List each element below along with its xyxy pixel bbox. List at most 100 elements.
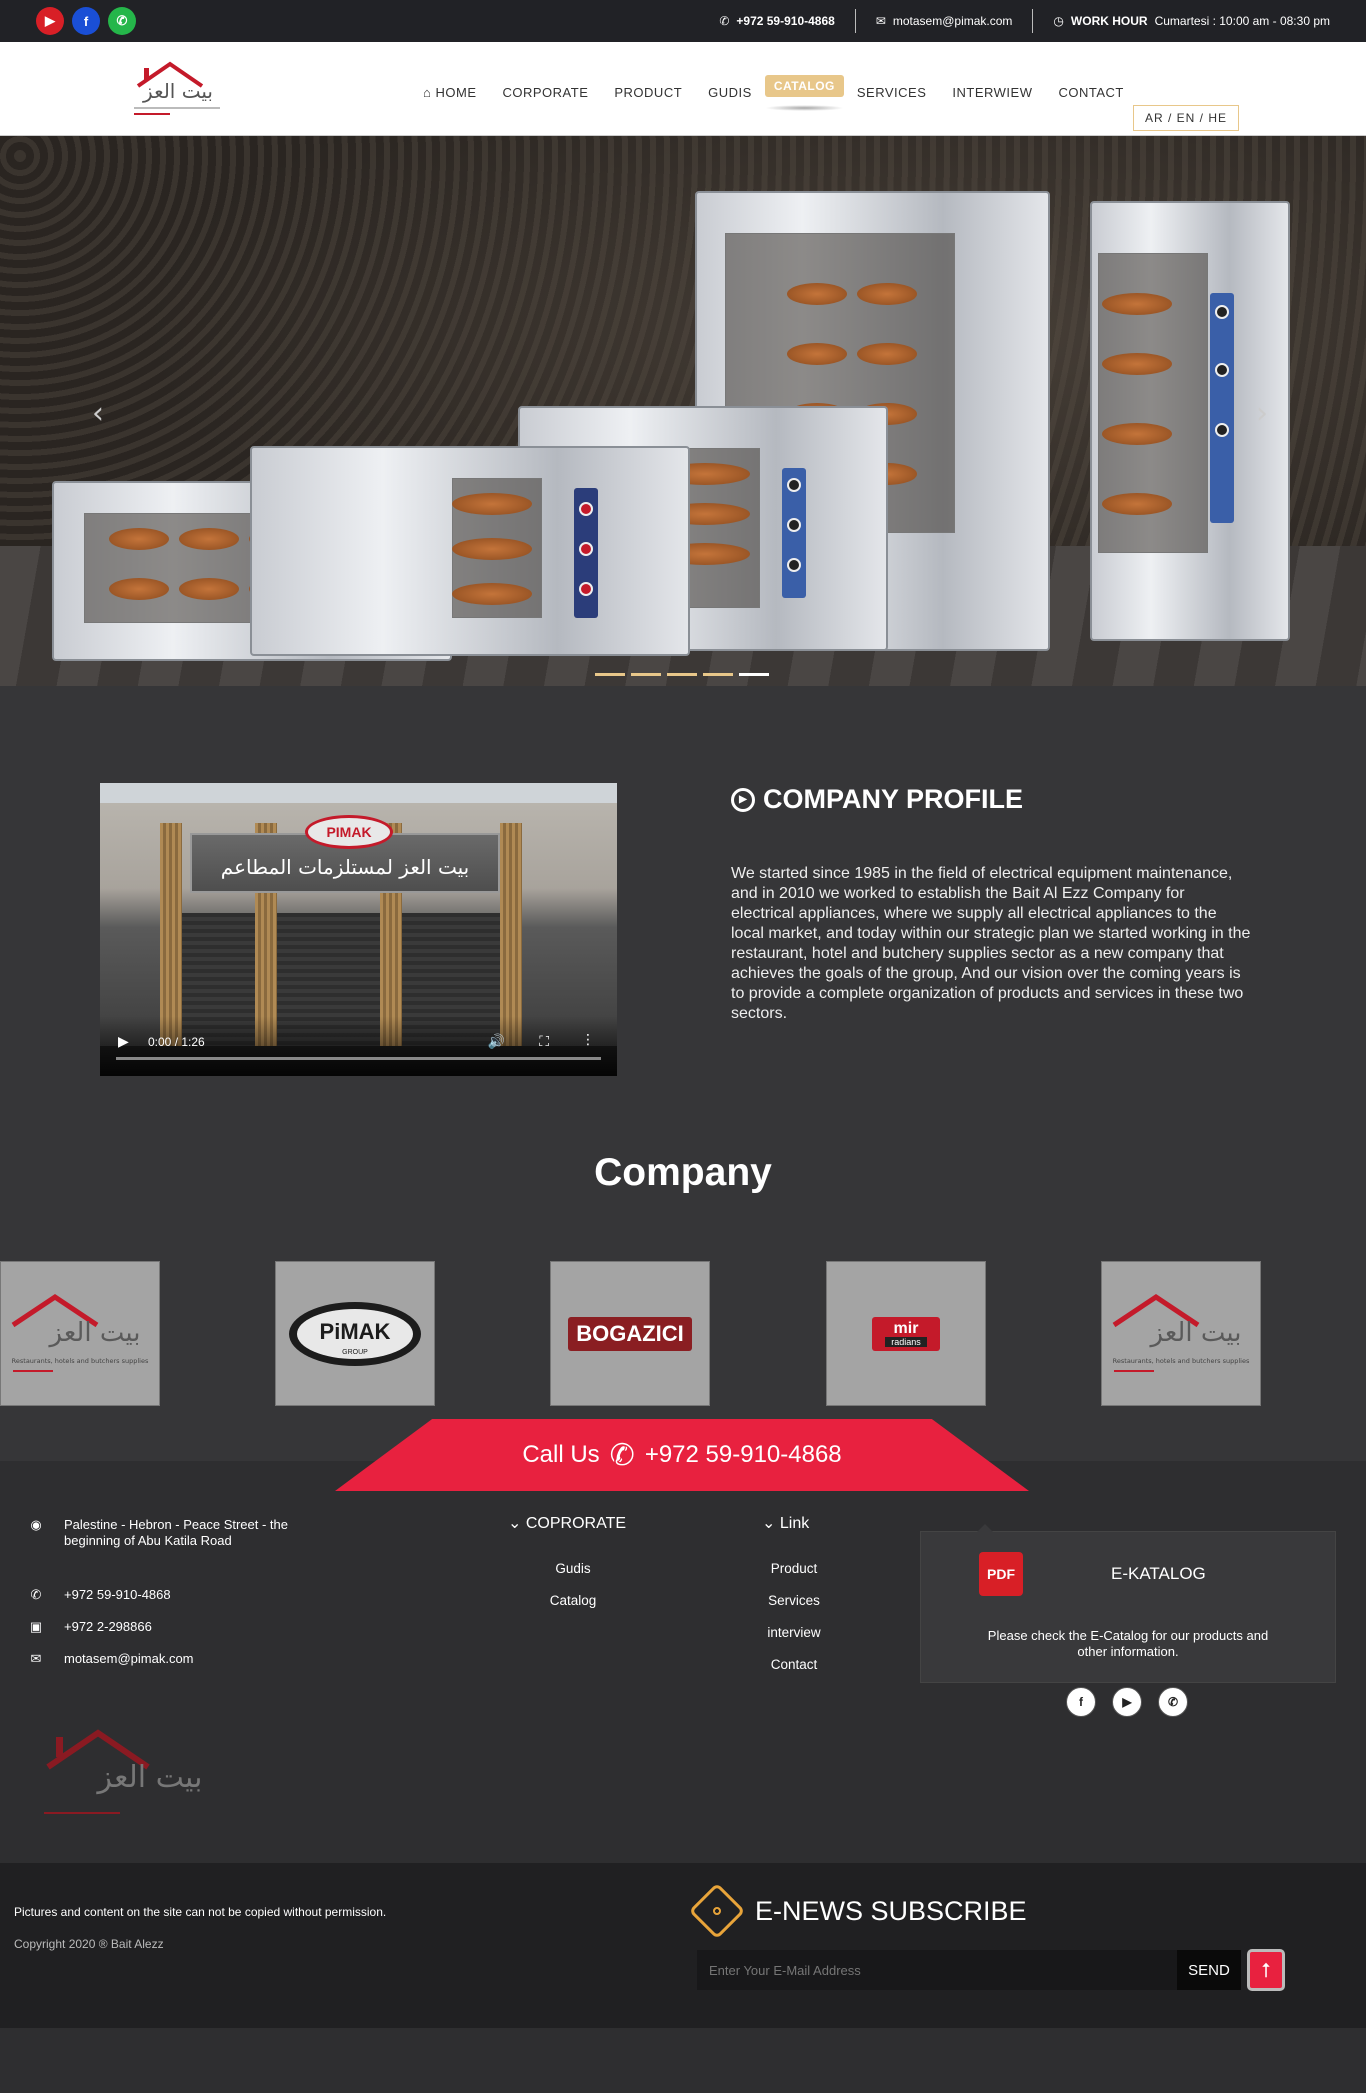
svg-text:بيت العز: بيت العز: [142, 79, 213, 103]
fax-icon: ▣: [29, 1619, 43, 1634]
footer-link-catalog[interactable]: Catalog: [508, 1593, 638, 1608]
home-icon: ⌂: [423, 84, 432, 100]
newsletter-send-button[interactable]: SEND: [1177, 1950, 1241, 1990]
footer-address: ◉ Palestine - Hebron - Peace Street - th…: [28, 1517, 324, 1549]
top-phone[interactable]: ✆ +972 59-910-4868: [699, 9, 856, 33]
video-controls: ▶ 0:00 / 1:26 🔊 ⛶ ⋮: [100, 1016, 617, 1076]
brand-card-baitalezz-2[interactable]: بيت العز Restaurants, hotels and butcher…: [1101, 1261, 1261, 1406]
site-logo[interactable]: بيت العز: [130, 58, 225, 120]
newsletter-form: SEND ⭡: [697, 1949, 1285, 1991]
call-us-label: Call Us: [522, 1441, 600, 1468]
slider-dot-3[interactable]: [667, 673, 697, 676]
main-navigation: بيت العز ⌂ HOME CORPORATE PRODUCT GUDIS …: [0, 42, 1366, 136]
footer-link-interview[interactable]: interview: [762, 1625, 826, 1640]
nav-item-interwiew[interactable]: INTERWIEW: [939, 85, 1045, 100]
ekatalog-title: E-KATALOG: [1111, 1564, 1206, 1583]
nav-item-services[interactable]: SERVICES: [844, 85, 940, 100]
brand-card-mir[interactable]: mir radians: [826, 1261, 986, 1406]
footer-phone-mobile[interactable]: ✆ +972 59-910-4868: [28, 1587, 171, 1603]
company-profile-title: ▶ COMPANY PROFILE: [731, 784, 1023, 815]
nav-item-gudis[interactable]: GUDIS: [695, 85, 765, 100]
arrow-up-icon: ⭡: [1261, 1958, 1271, 1982]
footer-logo-text: بيت العز: [96, 1760, 203, 1795]
play-icon[interactable]: ▶: [118, 1034, 129, 1050]
footer-link-product[interactable]: Product: [762, 1561, 826, 1576]
chevron-down-icon: ⌄: [762, 1515, 776, 1532]
language-switcher[interactable]: AR / EN / HE: [1133, 105, 1240, 131]
footer-phone-mobile-text: +972 59-910-4868: [64, 1587, 171, 1602]
brand-card-baitalezz[interactable]: بيت العز Restaurants, hotels and butcher…: [0, 1261, 160, 1406]
footer-phone-office-text: +972 2-298866: [64, 1619, 152, 1634]
footer-link-contact[interactable]: Contact: [762, 1657, 826, 1672]
company-title: Company: [594, 1151, 772, 1194]
footer-corporate-column: ⌄ COPRORATE Gudis Catalog: [508, 1513, 638, 1625]
nav-item-catalog[interactable]: CATALOG: [764, 75, 844, 111]
rotisserie-oven-compact: [250, 446, 690, 656]
footer-link-column: ⌄ Link Product Services interview Contac…: [762, 1513, 826, 1689]
slider-prev-arrow[interactable]: ‹: [92, 396, 104, 431]
company-profile-section: بيت العز لمستلزمات المطاعم PIMAK ▶ 0:00 …: [0, 686, 1366, 1116]
youtube-icon[interactable]: ▶: [36, 7, 64, 35]
footer-corporate-title: ⌄ COPRORATE: [508, 1515, 627, 1532]
globe-icon: ◉: [30, 1517, 42, 1532]
brand-sub: GROUP: [342, 1349, 368, 1356]
slider-next-arrow[interactable]: ›: [1256, 396, 1268, 431]
work-hour-label: WORK HOUR: [1070, 14, 1148, 28]
footer-phone-office[interactable]: ▣ +972 2-298866: [28, 1619, 152, 1635]
slider-dot-2[interactable]: [631, 673, 661, 676]
brand-card-pimak[interactable]: PiMAK GROUP: [275, 1261, 435, 1406]
envelope-icon: ✉: [875, 14, 886, 28]
fullscreen-icon[interactable]: ⛶: [539, 1034, 549, 1050]
footer-link-gudis[interactable]: Gudis: [508, 1561, 638, 1576]
top-social-links: ▶ f ✆: [36, 7, 136, 35]
footer-email[interactable]: ✉ motasem@pimak.com: [28, 1651, 194, 1667]
brand-name: mir: [893, 1319, 919, 1337]
company-video[interactable]: بيت العز لمستلزمات المطاعم PIMAK ▶ 0:00 …: [100, 783, 617, 1076]
newsletter-title: E-NEWS SUBSCRIBE: [755, 1895, 1027, 1926]
slider-dot-1[interactable]: [595, 673, 625, 676]
call-us-banner[interactable]: Call Us ✆ +972 59-910-4868: [335, 1419, 1029, 1491]
clock-icon: ◷: [1053, 14, 1064, 28]
phone-icon: ✆: [30, 1587, 42, 1602]
whatsapp-icon[interactable]: ✆: [108, 7, 136, 35]
work-hour-value: Cumartesi : 10:00 am - 08:30 pm: [1154, 14, 1330, 28]
facebook-icon[interactable]: f: [1066, 1687, 1096, 1717]
footer-address-text: Palestine - Hebron - Peace Street - the …: [64, 1517, 289, 1548]
footer-link-services[interactable]: Services: [762, 1593, 826, 1608]
nav-item-product[interactable]: PRODUCT: [601, 85, 695, 100]
brand-sub: radians: [885, 1336, 927, 1347]
youtube-icon[interactable]: ▶: [1112, 1687, 1142, 1717]
footer-logo[interactable]: بيت العز: [40, 1723, 215, 1828]
slider-dot-4[interactable]: [703, 673, 733, 676]
nav-item-home[interactable]: ⌂ HOME: [410, 85, 489, 100]
video-progress-bar[interactable]: [116, 1057, 601, 1060]
nav-menu: ⌂ HOME CORPORATE PRODUCT GUDIS CATALOG S…: [410, 42, 1137, 136]
copyright: Copyright 2020 ® Bait Alezz: [14, 1937, 164, 1951]
video-poster: بيت العز لمستلزمات المطاعم PIMAK: [100, 783, 617, 1046]
nav-item-contact[interactable]: CONTACT: [1045, 85, 1136, 100]
nav-item-corporate[interactable]: CORPORATE: [489, 85, 601, 100]
slider-dot-5[interactable]: [739, 673, 769, 676]
top-email[interactable]: ✉ motasem@pimak.com: [856, 9, 1034, 33]
pdf-icon: PDF: [979, 1552, 1023, 1596]
facebook-icon[interactable]: f: [72, 7, 100, 35]
slider-dots: [595, 673, 769, 676]
ekatalog-box[interactable]: PDF E-KATALOG Please check the E-Catalog…: [920, 1524, 1336, 1683]
newsletter-email-input[interactable]: [697, 1950, 1177, 1990]
more-options-icon[interactable]: ⋮: [581, 1032, 595, 1048]
copy-notice: Pictures and content on the site can not…: [14, 1905, 387, 1919]
top-contact-info: ✆ +972 59-910-4868 ✉ motasem@pimak.com ◷…: [699, 9, 1330, 33]
brand-card-bogazici[interactable]: BOGAZICI: [550, 1261, 710, 1406]
phone-icon: ✆: [719, 14, 730, 28]
newsletter-header: E-NEWS SUBSCRIBE: [688, 1882, 1027, 1940]
footer-social-links: f ▶ ✆: [1066, 1687, 1188, 1717]
play-circle-icon: ▶: [731, 787, 755, 812]
footer: ◉ Palestine - Hebron - Peace Street - th…: [0, 1461, 1366, 1863]
whatsapp-icon[interactable]: ✆: [1158, 1687, 1188, 1717]
video-shop-logo: PIMAK: [305, 815, 393, 849]
tag-icon: [688, 1882, 746, 1940]
scroll-to-top-button[interactable]: ⭡: [1247, 1949, 1285, 1991]
volume-icon[interactable]: 🔊: [488, 1034, 505, 1050]
brand-sub: Restaurants, hotels and butchers supplie…: [1113, 1357, 1250, 1365]
top-email-text: motasem@pimak.com: [892, 14, 1013, 28]
